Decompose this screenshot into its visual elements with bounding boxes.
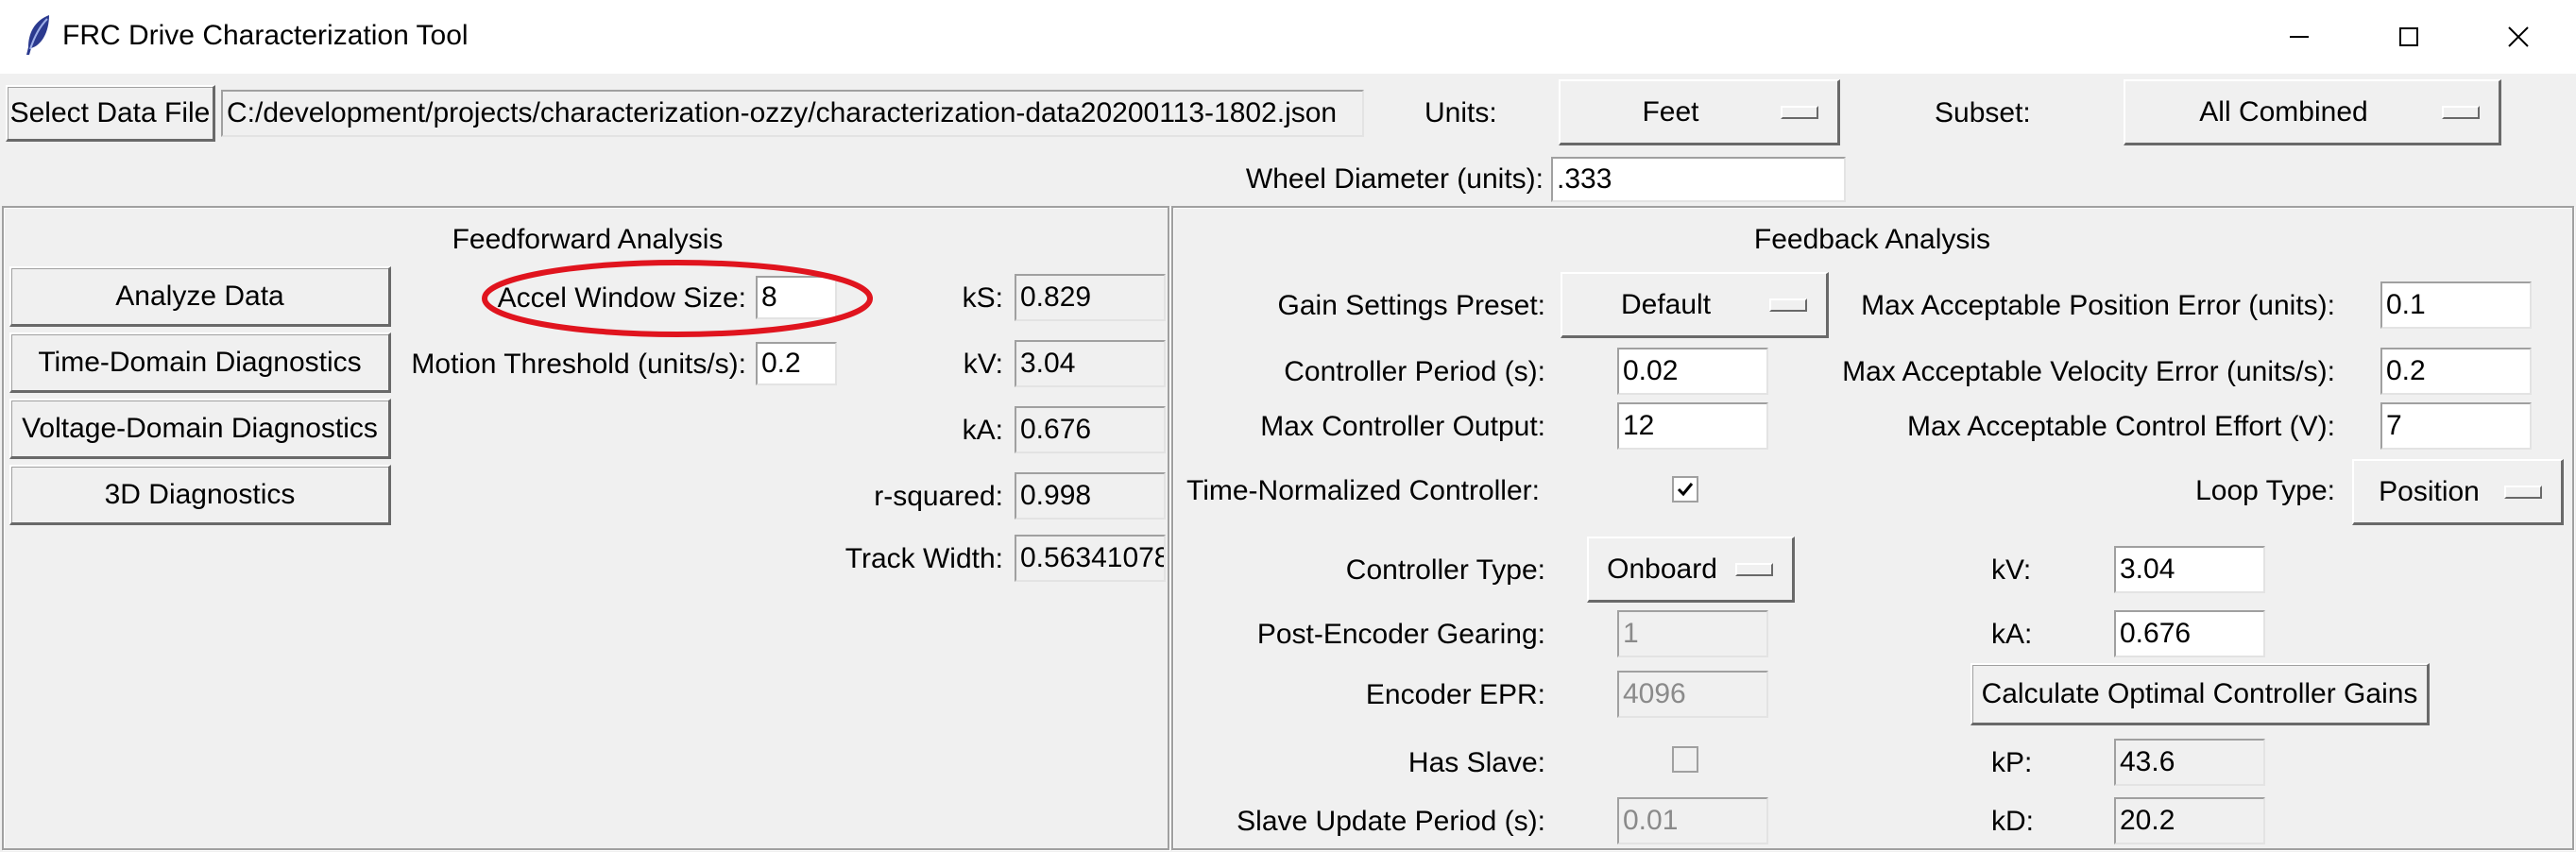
gain-preset-label: Gain Settings Preset: bbox=[1277, 290, 1545, 321]
max-control-effort-label: Max Acceptable Control Effort (V): bbox=[1907, 411, 2335, 442]
wheel-diameter-input[interactable]: .333 bbox=[1551, 157, 1846, 202]
dropdown-indicator-icon bbox=[1735, 562, 1773, 576]
loop-type-value: Position bbox=[2379, 475, 2480, 507]
voltage-domain-diagnostics-button[interactable]: Voltage-Domain Diagnostics bbox=[9, 399, 391, 459]
motion-threshold-label: Motion Threshold (units/s): bbox=[411, 349, 746, 380]
kv-label: kV: bbox=[963, 349, 1003, 380]
max-velocity-error-input[interactable]: 0.2 bbox=[2380, 348, 2532, 395]
loop-type-label: Loop Type: bbox=[2195, 475, 2335, 506]
controller-period-label: Controller Period (s): bbox=[1284, 356, 1545, 387]
ks-label: kS: bbox=[962, 282, 1003, 314]
calculate-gains-button[interactable]: Calculate Optimal Controller Gains bbox=[1970, 663, 2430, 725]
track-width-value[interactable]: 0.563410780 bbox=[1015, 535, 1166, 582]
dropdown-indicator-icon bbox=[2442, 105, 2480, 119]
minimize-button[interactable] bbox=[2244, 0, 2354, 74]
file-path-field[interactable]: C:/development/projects/characterization… bbox=[221, 90, 1364, 137]
analyze-data-button[interactable]: Analyze Data bbox=[9, 266, 391, 327]
subset-label: Subset: bbox=[1935, 97, 2031, 128]
highlight-circle bbox=[480, 257, 875, 340]
window-title: FRC Drive Characterization Tool bbox=[62, 20, 469, 51]
encoder-epr-label: Encoder EPR: bbox=[1365, 679, 1545, 710]
gain-preset-value: Default bbox=[1620, 288, 1712, 320]
motion-threshold-input[interactable]: 0.2 bbox=[756, 342, 837, 385]
max-controller-output-label: Max Controller Output: bbox=[1260, 411, 1545, 442]
controller-period-input[interactable]: 0.02 bbox=[1617, 348, 1768, 395]
gain-preset-dropdown[interactable]: Default bbox=[1561, 272, 1829, 338]
feedback-title: Feedback Analysis bbox=[1753, 224, 1991, 255]
track-width-label: Track Width: bbox=[844, 543, 1003, 574]
ks-value[interactable]: 0.829 bbox=[1015, 274, 1166, 321]
ka-label: kA: bbox=[962, 415, 1003, 446]
feedforward-title: Feedforward Analysis bbox=[452, 224, 724, 255]
post-encoder-gearing-label: Post-Encoder Gearing: bbox=[1256, 619, 1545, 650]
kd-label: kD: bbox=[1991, 806, 2034, 837]
dropdown-indicator-icon bbox=[2504, 485, 2542, 499]
kd-value[interactable]: 20.2 bbox=[2114, 797, 2265, 844]
controller-type-dropdown[interactable]: Onboard bbox=[1587, 537, 1795, 603]
maximize-icon bbox=[2399, 27, 2418, 46]
subset-value: All Combined bbox=[2199, 95, 2368, 128]
wheel-diameter-label: Wheel Diameter (units): bbox=[1245, 163, 1544, 195]
subset-dropdown[interactable]: All Combined bbox=[2124, 79, 2501, 145]
highlight-ellipse bbox=[482, 260, 873, 337]
maximize-button[interactable] bbox=[2354, 0, 2464, 74]
max-velocity-error-label: Max Acceptable Velocity Error (units/s): bbox=[1842, 356, 2335, 387]
kp-label: kP: bbox=[1991, 747, 2033, 778]
controller-type-label: Controller Type: bbox=[1345, 554, 1545, 586]
r-squared-label: r-squared: bbox=[874, 481, 1003, 512]
kp-value[interactable]: 43.6 bbox=[2114, 739, 2265, 786]
feather-icon bbox=[21, 13, 55, 57]
feedback-ka-label: kA: bbox=[1991, 619, 2033, 650]
feedback-kv-label: kV: bbox=[1991, 554, 2032, 586]
dropdown-indicator-icon bbox=[1781, 105, 1818, 119]
units-value: Feet bbox=[1642, 95, 1699, 128]
close-button[interactable] bbox=[2464, 0, 2573, 74]
time-domain-diagnostics-button[interactable]: Time-Domain Diagnostics bbox=[9, 332, 391, 393]
slave-update-period-input[interactable]: 0.01 bbox=[1617, 797, 1768, 844]
3d-diagnostics-button[interactable]: 3D Diagnostics bbox=[9, 465, 391, 525]
post-encoder-gearing-input[interactable]: 1 bbox=[1617, 610, 1768, 657]
minimize-icon bbox=[2290, 36, 2309, 38]
kv-value[interactable]: 3.04 bbox=[1015, 340, 1166, 387]
max-controller-output-input[interactable]: 12 bbox=[1617, 402, 1768, 450]
has-slave-checkbox[interactable] bbox=[1672, 746, 1698, 773]
max-control-effort-input[interactable]: 7 bbox=[2380, 402, 2532, 450]
feedback-kv-input[interactable]: 3.04 bbox=[2114, 546, 2265, 593]
max-position-error-label: Max Acceptable Position Error (units): bbox=[1861, 290, 2335, 321]
checkmark-icon bbox=[1677, 483, 1694, 497]
close-icon bbox=[2508, 26, 2529, 47]
controller-type-value: Onboard bbox=[1607, 553, 1717, 585]
feedback-ka-input[interactable]: 0.676 bbox=[2114, 610, 2265, 657]
slave-update-period-label: Slave Update Period (s): bbox=[1237, 806, 1545, 837]
time-normalized-label: Time-Normalized Controller: bbox=[1186, 475, 1540, 506]
units-dropdown[interactable]: Feet bbox=[1559, 79, 1840, 145]
time-normalized-checkbox[interactable] bbox=[1672, 476, 1698, 503]
encoder-epr-input[interactable]: 4096 bbox=[1617, 671, 1768, 718]
units-label: Units: bbox=[1424, 97, 1497, 128]
ka-value[interactable]: 0.676 bbox=[1015, 406, 1166, 453]
r-squared-value[interactable]: 0.998 bbox=[1015, 472, 1166, 520]
has-slave-label: Has Slave: bbox=[1407, 747, 1545, 778]
max-position-error-input[interactable]: 0.1 bbox=[2380, 281, 2532, 329]
select-data-file-button[interactable]: Select Data File bbox=[6, 85, 215, 142]
loop-type-dropdown[interactable]: Position bbox=[2352, 459, 2564, 525]
